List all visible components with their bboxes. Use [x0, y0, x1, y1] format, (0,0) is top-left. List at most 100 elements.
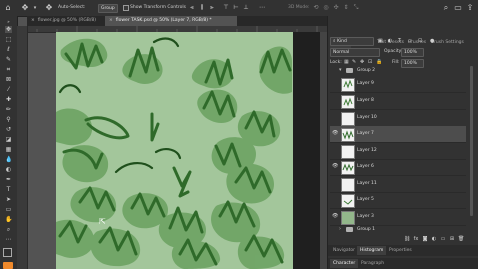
- layer-row[interactable]: 👁 Layer 7: [330, 126, 466, 143]
- move-tool-icon[interactable]: ✥: [5, 26, 12, 33]
- chevron-down-icon[interactable]: ▾: [31, 4, 39, 12]
- marquee-tool-icon[interactable]: ⬚: [5, 36, 12, 43]
- align-center-icon[interactable]: ⫼: [198, 4, 206, 12]
- align-top-icon[interactable]: ⊤: [222, 4, 230, 12]
- eye-icon[interactable]: 👁: [332, 131, 339, 136]
- align-bottom-icon[interactable]: ⊥: [242, 4, 250, 12]
- layer-row[interactable]: 👁 Layer 6: [330, 159, 466, 176]
- tab-flower-task[interactable]: × flower TASK.psd @ 50% (Layer 7, RGB/8) …: [105, 16, 237, 26]
- lock-all-icon[interactable]: 🔒: [376, 59, 382, 65]
- lock-pixels-icon[interactable]: ✎: [352, 59, 356, 65]
- vertical-scrollbar[interactable]: [320, 32, 327, 269]
- filter-type-icon[interactable]: T: [398, 38, 401, 44]
- layers-scrollbar[interactable]: [470, 66, 473, 216]
- visibility-toggle[interactable]: [332, 197, 339, 202]
- more-options-icon[interactable]: ⋯: [258, 4, 266, 12]
- 3d-drag-icon[interactable]: ✣: [332, 4, 340, 12]
- tab-character[interactable]: Character: [330, 259, 359, 268]
- tab-properties[interactable]: Properties: [386, 246, 415, 255]
- rectangle-tool-icon[interactable]: ▭: [5, 206, 12, 213]
- visibility-toggle[interactable]: [332, 148, 339, 153]
- type-tool-icon[interactable]: T: [5, 186, 12, 193]
- home-icon[interactable]: ⌂: [4, 4, 12, 12]
- mask-icon[interactable]: ◙: [422, 236, 428, 242]
- dodge-tool-icon[interactable]: ◐: [5, 166, 12, 173]
- align-middle-icon[interactable]: ⊢: [232, 4, 240, 12]
- layer-row[interactable]: 👁 Layer 3: [330, 209, 466, 226]
- tab-histogram[interactable]: Histogram: [357, 246, 387, 255]
- visibility-toggle[interactable]: [332, 81, 339, 86]
- quick-select-tool-icon[interactable]: ✎: [5, 56, 12, 63]
- foreground-color-swatch[interactable]: [3, 248, 12, 257]
- document-canvas[interactable]: [56, 32, 293, 269]
- clone-stamp-icon[interactable]: ⚲: [5, 116, 12, 123]
- eye-icon[interactable]: 👁: [332, 164, 339, 169]
- new-group-icon[interactable]: ▭: [440, 236, 446, 242]
- brush-tool-icon[interactable]: ✏: [5, 106, 12, 113]
- layer-group-row[interactable]: ▾ Group 2: [330, 67, 466, 75]
- align-left-icon[interactable]: ⫷: [188, 4, 196, 12]
- chevron-down-icon[interactable]: ▾: [339, 67, 342, 73]
- fx-icon[interactable]: fx: [413, 236, 419, 242]
- chevron-right-icon[interactable]: ›: [339, 226, 341, 232]
- close-icon[interactable]: ×: [31, 18, 35, 23]
- auto-select-dropdown[interactable]: Group: [98, 4, 118, 13]
- layer-row[interactable]: Layer 9: [330, 76, 466, 93]
- eye-icon[interactable]: 👁: [332, 214, 339, 219]
- frame-tool-icon[interactable]: ⊠: [5, 76, 12, 83]
- trash-icon[interactable]: 🗑: [458, 236, 464, 242]
- layer-group-row[interactable]: › Group 1: [330, 226, 466, 234]
- crop-tool-icon[interactable]: ⌗: [5, 66, 12, 73]
- show-transform-checkbox[interactable]: [123, 5, 129, 11]
- lasso-tool-icon[interactable]: ℓ: [5, 46, 12, 53]
- filter-shape-icon[interactable]: ▱: [408, 38, 412, 44]
- workspace-icon[interactable]: ▭: [454, 4, 462, 12]
- visibility-toggle[interactable]: [332, 98, 339, 103]
- blend-mode-dropdown[interactable]: Normal: [330, 48, 380, 57]
- 3d-slide-icon[interactable]: ⇕: [342, 4, 350, 12]
- pen-tool-icon[interactable]: ✒: [5, 176, 12, 183]
- filter-smart-icon[interactable]: ⊡: [418, 38, 422, 44]
- layer-row[interactable]: Layer 5: [330, 192, 466, 209]
- collapse-icon[interactable]: »: [5, 18, 12, 25]
- visibility-toggle[interactable]: [332, 181, 339, 186]
- zoom-tool-icon[interactable]: ⌕: [5, 226, 12, 233]
- quick-mask-icon[interactable]: [3, 262, 13, 269]
- path-select-icon[interactable]: ➤: [5, 196, 12, 203]
- eyedropper-tool-icon[interactable]: ⁄: [5, 86, 12, 93]
- lock-transparent-icon[interactable]: ▦: [344, 59, 349, 65]
- filter-adjustment-icon[interactable]: ◐: [388, 38, 392, 44]
- 3d-rotate-icon[interactable]: ⟲: [312, 4, 320, 12]
- align-right-icon[interactable]: ⫸: [208, 4, 216, 12]
- gradient-tool-icon[interactable]: ▦: [5, 146, 12, 153]
- lock-artboard-icon[interactable]: ⊡: [368, 59, 372, 65]
- hand-tool-icon[interactable]: ✋: [5, 216, 12, 223]
- layer-row[interactable]: Layer 12: [330, 143, 466, 160]
- move-options-icon[interactable]: ✥: [45, 4, 53, 12]
- tab-paragraph[interactable]: Paragraph: [358, 259, 387, 268]
- lock-position-icon[interactable]: ✥: [360, 59, 364, 65]
- close-icon[interactable]: ×: [109, 18, 113, 23]
- filter-pixel-icon[interactable]: ▣: [378, 38, 383, 44]
- tab-flower-jpg[interactable]: × flower.jpg @ 50% (RGB/8): [27, 16, 103, 26]
- link-layers-icon[interactable]: ⛓: [404, 236, 410, 242]
- layer-row[interactable]: Layer 11: [330, 176, 466, 193]
- new-layer-icon[interactable]: ⊞: [449, 236, 455, 242]
- history-brush-icon[interactable]: ↺: [5, 126, 12, 133]
- share-icon[interactable]: ⇪: [466, 4, 474, 12]
- more-tools-icon[interactable]: ⋯: [5, 236, 12, 243]
- healing-brush-icon[interactable]: ✚: [5, 96, 12, 103]
- opacity-input[interactable]: 100%: [401, 48, 424, 57]
- filter-toggle-icon[interactable]: ●: [430, 38, 434, 44]
- layer-row[interactable]: Layer 10: [330, 110, 466, 127]
- 3d-scale-icon[interactable]: ⤡: [352, 4, 360, 12]
- 3d-roll-icon[interactable]: ◎: [322, 4, 330, 12]
- adjustment-layer-icon[interactable]: ◐: [431, 236, 437, 242]
- tab-navigator[interactable]: Navigator: [330, 246, 358, 255]
- layer-row[interactable]: Layer 8: [330, 93, 466, 110]
- search-icon[interactable]: ⌕: [442, 4, 450, 12]
- blur-tool-icon[interactable]: 💧: [5, 156, 12, 163]
- move-tool-icon[interactable]: ✥: [21, 4, 29, 12]
- eraser-tool-icon[interactable]: ◪: [5, 136, 12, 143]
- filter-kind-dropdown[interactable]: ⌕ Kind: [330, 37, 374, 46]
